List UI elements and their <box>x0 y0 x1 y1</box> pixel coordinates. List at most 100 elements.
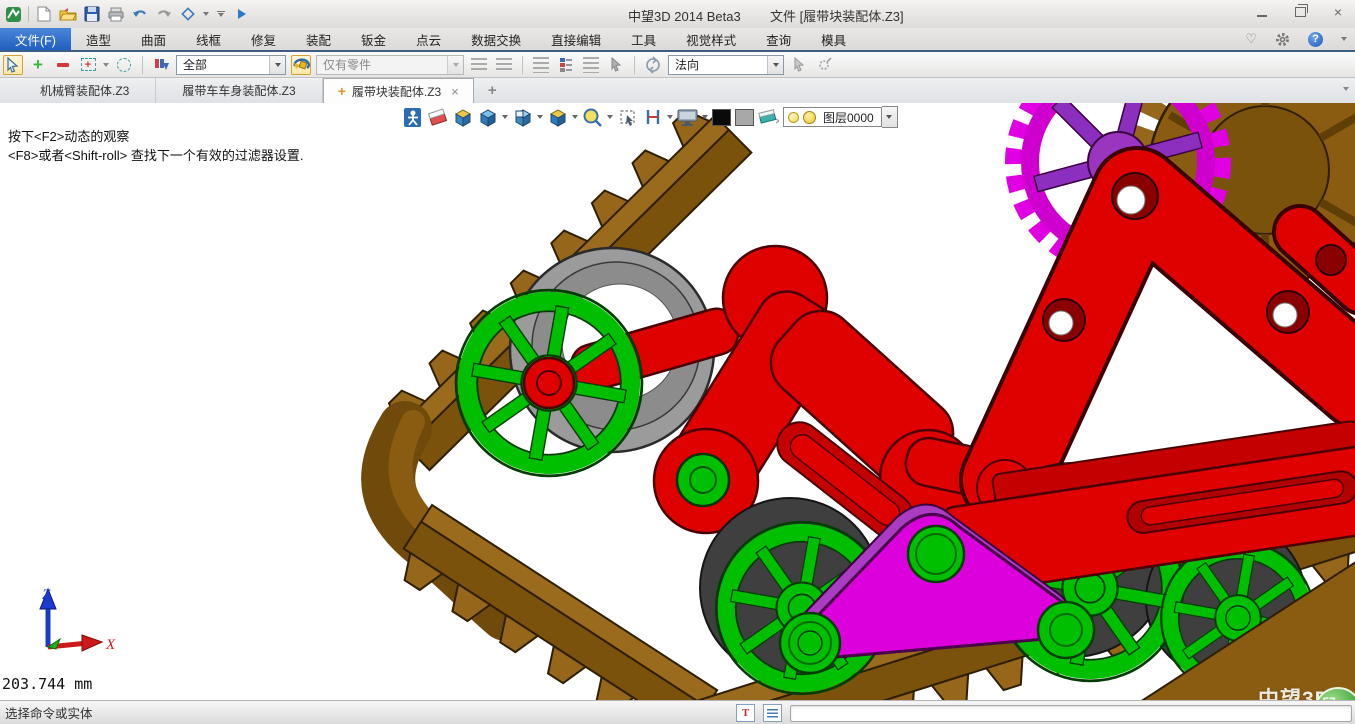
menu-assembly[interactable]: 装配 <box>291 28 346 50</box>
filter-scope-dropdown[interactable]: 全部 <box>176 55 286 75</box>
window-select-dropdown-icon[interactable] <box>103 63 109 67</box>
layer-dropdown[interactable]: 图层0000 <box>783 107 882 127</box>
list-all-icon[interactable] <box>531 55 551 75</box>
undo-icon[interactable] <box>131 5 149 23</box>
display-dropdown-icon[interactable] <box>702 115 708 119</box>
menu-pointcloud[interactable]: 点云 <box>401 28 456 50</box>
tab-label: 履带块装配体.Z3 <box>352 83 441 100</box>
menu-wireframe[interactable]: 线框 <box>181 28 236 50</box>
direction-dropdown[interactable]: 法向 <box>668 55 784 75</box>
open-file-icon[interactable] <box>59 5 77 23</box>
base-view-icon[interactable] <box>452 107 473 128</box>
measurement-readout: 203.744 mm <box>2 675 92 693</box>
walkthrough-icon[interactable] <box>402 107 423 128</box>
favorites-icon[interactable]: ♡ <box>1245 31 1257 47</box>
highlight-eraser-icon[interactable] <box>758 107 779 128</box>
entity-filter-dropdown[interactable]: 仅有零件 <box>316 55 464 75</box>
view-face-dropdown-icon[interactable] <box>537 115 543 119</box>
layer-dropdown-arrow[interactable] <box>882 106 898 128</box>
pick-last-icon[interactable] <box>469 55 489 75</box>
shaded-dropdown-icon[interactable] <box>502 115 508 119</box>
menu-inquire[interactable]: 查询 <box>751 28 806 50</box>
prompt-hints: 按下<F2>动态的观察 <F8>或者<Shift-roll> 查找下一个有效的过… <box>8 127 303 165</box>
zoom-dropdown-icon[interactable] <box>607 115 613 119</box>
menu-surface[interactable]: 曲面 <box>126 28 181 50</box>
layer-name: 图层0000 <box>820 109 877 126</box>
document-title: 文件 [履带块装配体.Z3] <box>770 6 904 25</box>
menu-tools[interactable]: 工具 <box>616 28 671 50</box>
pick-style-icon[interactable] <box>291 55 311 75</box>
customize-toolbar-icon[interactable] <box>215 5 227 23</box>
view-navigation-icon[interactable] <box>179 5 197 23</box>
lasso-select-icon[interactable] <box>114 55 134 75</box>
new-tab-button[interactable]: + <box>474 78 511 103</box>
list-plain-icon[interactable] <box>581 55 601 75</box>
restore-button[interactable] <box>1289 4 1311 20</box>
tab-doc-2[interactable]: 履带车车身装配体.Z3 <box>156 78 322 103</box>
window-select-view-icon[interactable] <box>617 107 638 128</box>
menu-repair[interactable]: 修复 <box>236 28 291 50</box>
reorient-icon[interactable] <box>643 55 663 75</box>
gray-swatch[interactable] <box>735 109 754 126</box>
view-toolbar: 图层0000 <box>402 106 898 128</box>
status-message: 选择命令或实体 <box>5 703 93 722</box>
help-icon[interactable]: ? <box>1308 32 1323 47</box>
tab-doc-3-active[interactable]: + 履带块装配体.Z3 × <box>323 78 474 104</box>
zoom-window-icon[interactable] <box>582 107 603 128</box>
start-presentation-icon[interactable] <box>233 5 251 23</box>
menu-file[interactable]: 文件(F) <box>0 28 71 50</box>
menu-bar: 文件(F) 造型 曲面 线框 修复 装配 钣金 点云 数据交换 直接编辑 工具 … <box>0 28 1355 50</box>
app-logo-icon[interactable] <box>4 5 22 23</box>
view-nav-dropdown-icon[interactable] <box>203 12 209 16</box>
tab-overflow-icon[interactable] <box>1343 87 1349 91</box>
menu-sheetmetal[interactable]: 钣金 <box>346 28 401 50</box>
erase-display-icon[interactable] <box>427 107 448 128</box>
close-tab-icon[interactable]: × <box>451 84 459 99</box>
add-selection-icon[interactable]: + <box>28 55 48 75</box>
align-dropdown-icon[interactable] <box>667 115 673 119</box>
selection-filter-icon[interactable] <box>151 55 171 75</box>
menu-shape[interactable]: 造型 <box>71 28 126 50</box>
redo-icon[interactable] <box>155 5 173 23</box>
shaded-display-icon[interactable] <box>477 107 498 128</box>
print-icon[interactable] <box>107 5 125 23</box>
menu-mold[interactable]: 模具 <box>806 28 861 50</box>
black-swatch[interactable] <box>712 109 731 126</box>
remove-selection-icon[interactable] <box>53 55 73 75</box>
selection-toolbar: + + 全部 仅有零件 法向 <box>0 52 1355 78</box>
z-axis-label: Z <box>42 587 51 603</box>
section-dropdown-icon[interactable] <box>572 115 578 119</box>
menu-directedit[interactable]: 直接编辑 <box>536 28 616 50</box>
help-dropdown-icon[interactable] <box>1341 37 1347 41</box>
text-window-icon[interactable]: T <box>736 704 755 722</box>
layer-color-icon[interactable] <box>803 111 816 124</box>
minimize-button[interactable] <box>1251 4 1273 20</box>
cursor-plus-icon[interactable] <box>789 55 809 75</box>
x-axis-label: X <box>105 637 116 653</box>
zw3d-window: 中望3D 2014 Beta3 文件 [履带块装配体.Z3] × 文件(F) 造… <box>0 0 1355 724</box>
pick-first-icon[interactable] <box>494 55 514 75</box>
save-icon[interactable] <box>83 5 101 23</box>
view-face-icon[interactable] <box>512 107 533 128</box>
modified-mark-icon: + <box>338 83 346 99</box>
display-mode-icon[interactable] <box>677 107 698 128</box>
window-select-icon[interactable]: + <box>78 55 98 75</box>
status-input-field[interactable] <box>790 705 1352 722</box>
align-constraint-icon[interactable] <box>642 107 663 128</box>
menu-visualstyle[interactable]: 视觉样式 <box>671 28 751 50</box>
viewport-canvas[interactable] <box>0 103 1355 700</box>
hint-line-2: <F8>或者<Shift-roll> 查找下一个有效的过滤器设置. <box>8 146 303 165</box>
new-file-icon[interactable] <box>35 5 53 23</box>
list-colored-icon[interactable] <box>556 55 576 75</box>
settings-gear-icon[interactable] <box>1275 32 1290 47</box>
pick-cursor-icon[interactable] <box>3 55 23 75</box>
probe-icon[interactable] <box>814 55 834 75</box>
tab-doc-1[interactable]: 机械臂装配体.Z3 <box>14 78 156 103</box>
output-list-icon[interactable] <box>763 704 782 722</box>
section-view-icon[interactable] <box>547 107 568 128</box>
menu-dataexchange[interactable]: 数据交换 <box>456 28 536 50</box>
viewport: 图层0000 按下<F2>动态的观察 <F8>或者<Shift-roll> 查找… <box>0 103 1355 700</box>
cursor-tool-icon[interactable] <box>606 55 626 75</box>
close-button[interactable]: × <box>1327 4 1349 20</box>
layer-visibility-bulb-icon[interactable] <box>788 112 799 123</box>
